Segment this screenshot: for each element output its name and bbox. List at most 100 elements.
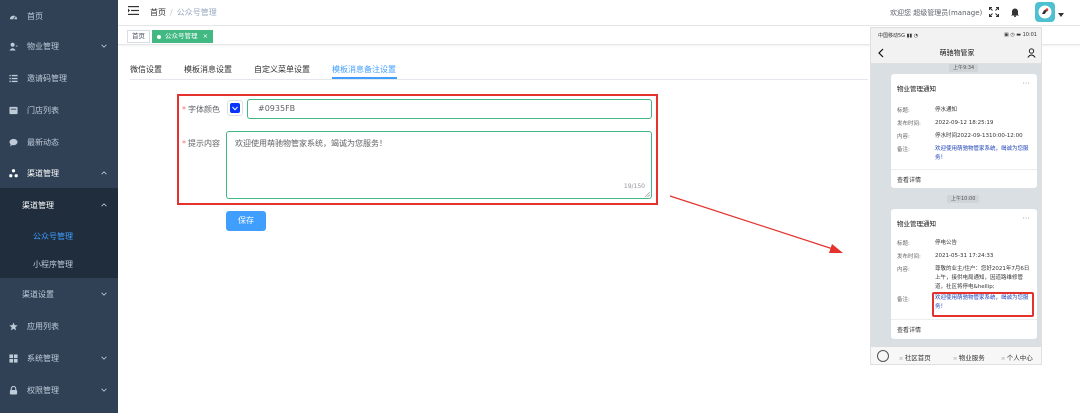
notification-card[interactable]: 物业管理通知 ··· 标题: 停水通知 发布时间: 2022-09-12 18:… — [891, 74, 1037, 188]
phone-tab-personal-center[interactable]: 个人中心 — [1001, 352, 1033, 362]
user-icon — [9, 42, 18, 51]
more-icon[interactable]: ··· — [1022, 79, 1030, 88]
welcome-text: 欢迎您 超级管理员(manage) — [890, 9, 983, 17]
highlight-box-remark — [932, 292, 1034, 317]
card-field-value: 2022-09-12 18:25:19 — [935, 120, 994, 126]
card-field-key: 内容: — [897, 267, 910, 273]
card-field-key: 备注: — [897, 147, 910, 153]
lock-icon — [9, 385, 18, 395]
color-picker[interactable] — [227, 100, 243, 116]
card-field-key: 标题: — [897, 241, 910, 247]
sidebar-subgroup-channel[interactable]: 渠道管理 — [0, 190, 118, 220]
sidebar-item-news[interactable]: 最新动态 — [0, 126, 118, 158]
hamburger-icon[interactable] — [128, 6, 139, 15]
dashboard-icon — [9, 12, 18, 21]
card-field-value: 停水通知 — [935, 107, 958, 113]
resize-handle-icon[interactable] — [644, 191, 650, 197]
sidebar-item-label: 应用列表 — [27, 321, 59, 331]
sidebar-item-home[interactable]: 首页 — [0, 0, 118, 32]
tab-template-message-settings[interactable]: 模板消息设置 — [184, 64, 232, 75]
sidebar-item-property[interactable]: 物业管理 — [0, 30, 118, 62]
tag-official-account[interactable]: 公众号管理 × — [152, 30, 214, 43]
tag-home[interactable]: 首页 — [127, 30, 150, 43]
bell-icon[interactable] — [1010, 7, 1020, 17]
phone-title-bar: 萌驰物管家 — [871, 42, 1041, 64]
card-field-key: 发布时间: — [897, 121, 921, 127]
phone-status-bar: 中国移动5G ▮▮ ◔ ▣ ◷ ▬ 10:01 — [871, 28, 1041, 42]
chevron-up-icon — [101, 203, 107, 207]
active-tab-indicator — [332, 77, 397, 79]
star-icon — [9, 321, 18, 331]
card-title: 物业管理通知 — [897, 220, 936, 228]
save-button[interactable]: 保存 — [226, 211, 266, 231]
sidebar-item-permissions[interactable]: 权限管理 — [0, 374, 118, 406]
breadcrumb-home[interactable]: 首页 — [150, 8, 166, 17]
avatar[interactable] — [1035, 2, 1055, 22]
grid-icon — [9, 353, 18, 363]
card-field-key: 发布时间: — [897, 254, 921, 260]
chat-timestamp: 上午9:34 — [949, 64, 979, 72]
close-icon[interactable]: × — [203, 32, 208, 40]
more-icon[interactable]: ··· — [1022, 214, 1030, 223]
sidebar-item-stores[interactable]: 门店列表 — [0, 94, 118, 126]
sidebar-item-label: 门店列表 — [27, 105, 59, 115]
sidebar-item-invite-code[interactable]: 邀请码管理 — [0, 62, 118, 94]
tag-label: 公众号管理 — [165, 32, 198, 40]
tip-content-label: * 提示内容 — [182, 139, 220, 148]
color-swatch-fill — [230, 103, 240, 113]
sidebar: 首页 物业管理 邀请码管理 门店列表 最新动态 渠道管理 渠道管理 公众号管理 … — [0, 0, 118, 413]
tab-custom-menu-settings[interactable]: 自定义菜单设置 — [254, 64, 310, 75]
sidebar-item-apps[interactable]: 应用列表 — [0, 310, 118, 342]
tip-content-textarea[interactable]: 欢迎使用萌驰物管家系统，竭诚为您服务！ 19/150 — [226, 131, 652, 199]
sidebar-item-label: 渠道管理 — [22, 200, 54, 210]
sidebar-item-mini-program[interactable]: 小程序管理 — [0, 249, 118, 279]
chat-icon — [9, 138, 18, 147]
phone-tab-property-service[interactable]: 物业服务 — [953, 352, 985, 362]
card-title: 物业管理通知 — [897, 85, 936, 93]
sidebar-item-label: 权限管理 — [27, 385, 59, 395]
back-icon[interactable] — [877, 48, 885, 58]
font-color-input[interactable]: #0935FB — [247, 99, 652, 119]
channel-icon — [9, 168, 18, 178]
settings-tabs: 微信设置 模板消息设置 自定义菜单设置 模板消息备注设置 — [130, 62, 868, 80]
chevron-up-icon — [101, 171, 107, 175]
sidebar-item-channel[interactable]: 渠道管理 — [0, 157, 118, 189]
fullscreen-icon[interactable] — [989, 7, 999, 17]
sidebar-item-system[interactable]: 系统管理 — [0, 342, 118, 374]
tab-template-note-settings[interactable]: 模板消息备注设置 — [332, 64, 396, 75]
keyboard-icon[interactable] — [877, 350, 889, 362]
tip-content-text: 欢迎使用萌驰物管家系统，竭诚为您服务！ — [235, 139, 387, 148]
sidebar-item-official-account[interactable]: 公众号管理 — [0, 221, 118, 251]
card-field-key: 内容: — [897, 134, 910, 140]
phone-tab-bar: 社区首页 物业服务 个人中心 — [871, 346, 1041, 364]
view-details-link[interactable]: 查看详情 — [897, 175, 921, 184]
chevron-down-icon — [232, 106, 238, 111]
user-icon[interactable] — [1027, 48, 1036, 58]
card-field-key: 备注: — [897, 297, 910, 303]
caret-down-icon[interactable] — [1058, 13, 1064, 18]
view-details-link[interactable]: 查看详情 — [897, 325, 921, 334]
card-field-value: 尊敬的业主/住户：您好2021年7月6日上午，接供电局通知，因道路维修管道，社区… — [935, 266, 1030, 290]
sidebar-item-label: 物业管理 — [27, 41, 59, 51]
list-icon — [9, 74, 18, 83]
store-icon — [9, 106, 18, 115]
breadcrumb-current: 公众号管理 — [176, 8, 217, 17]
avatar-logo-icon — [1038, 5, 1052, 19]
notification-card[interactable]: 物业管理通知 ··· 标题: 停电公告 发布时间: 2021-05-31 17:… — [891, 209, 1037, 339]
card-field-key: 标题: — [897, 108, 910, 114]
status-icons-text: ▣ ◷ ▬ 10:01 — [1004, 32, 1037, 38]
sidebar-item-channel-settings[interactable]: 渠道设置 — [0, 278, 118, 310]
sidebar-item-label: 系统管理 — [27, 353, 59, 363]
tab-wechat-settings[interactable]: 微信设置 — [130, 64, 162, 75]
chevron-down-icon — [101, 356, 107, 360]
sidebar-item-label: 渠道管理 — [27, 168, 59, 178]
phone-tab-community[interactable]: 社区首页 — [899, 352, 931, 362]
card-field-value: 2021-05-31 17:24:33 — [935, 253, 994, 259]
chevron-down-icon — [101, 388, 107, 392]
font-color-label: * 字体颜色 — [182, 105, 220, 114]
carrier-text: 中国移动5G ▮▮ ◔ — [878, 33, 919, 39]
breadcrumb: 首页 / 公众号管理 — [150, 8, 217, 17]
chevron-down-icon — [101, 292, 107, 296]
card-remark-value: 欢迎使用萌驰物管家系统，竭诚为您服务！ — [935, 146, 1029, 161]
navbar: 首页 / 公众号管理 欢迎您 超级管理员(manage) — [118, 0, 1080, 26]
